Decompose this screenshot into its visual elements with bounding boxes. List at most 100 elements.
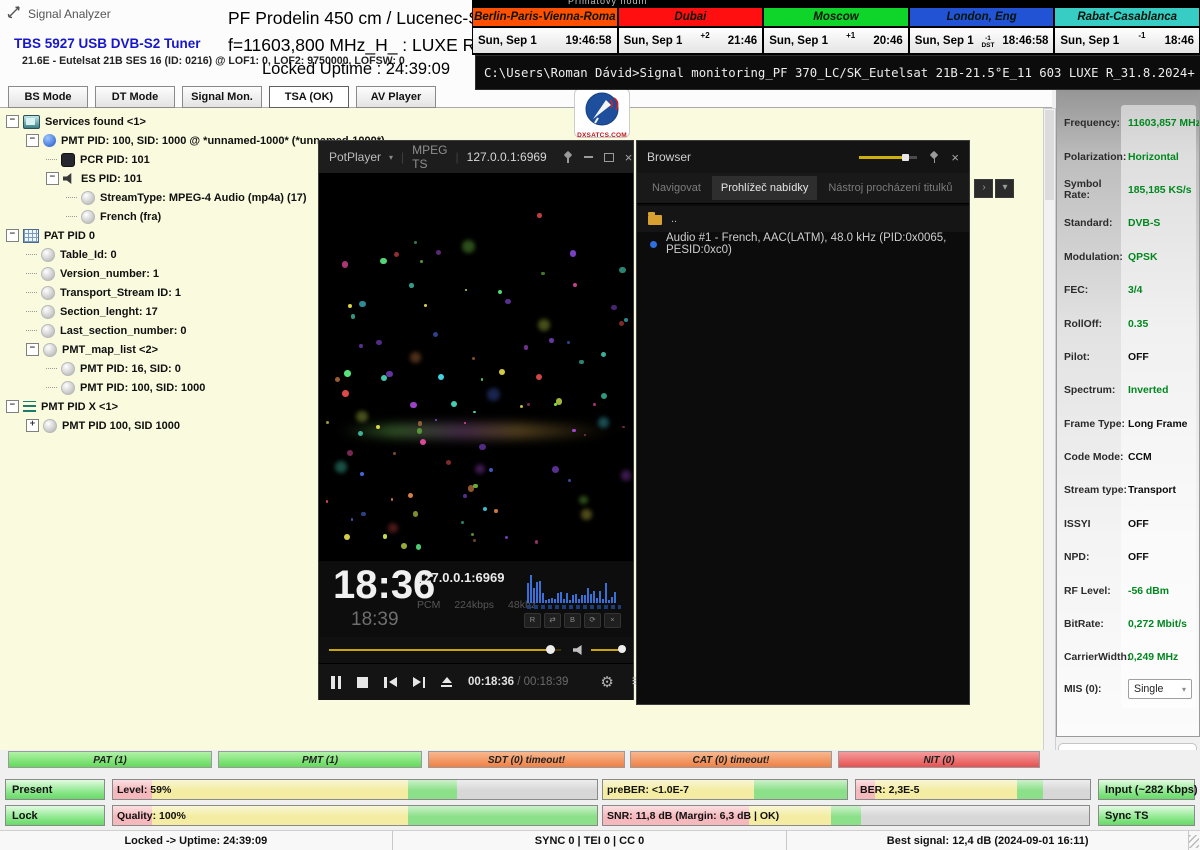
tree-expander[interactable]: − [6, 115, 19, 128]
tree-connector [66, 197, 77, 198]
volume-handle[interactable] [618, 645, 626, 653]
settings-gear-icon[interactable]: ⚙ [600, 673, 613, 691]
mini-button-4[interactable]: ⟳ [584, 613, 601, 628]
clock-date: Sun, Sep 1 [1060, 35, 1119, 47]
tree-expander[interactable]: − [46, 172, 59, 185]
segment-pat: PAT (1) [8, 751, 212, 768]
browser-tab-1[interactable]: Navigovat [643, 176, 710, 200]
browser-mini-slider[interactable] [859, 156, 917, 159]
tree-item-label: Section_lenght: 17 [60, 306, 158, 318]
folder-up-row[interactable]: .. [637, 206, 969, 232]
potplayer-app-name[interactable]: PotPlayer [329, 150, 381, 164]
clock-time-row: Sun, Sep 1+120:46 [764, 26, 908, 53]
browser-tab-4[interactable]: Online [963, 176, 972, 200]
viz-dot [326, 421, 329, 424]
audio-track-item[interactable]: Audio #1 - French, AAC(LATM), 48.0 kHz (… [637, 232, 969, 256]
clock-date: Sun, Sep 1 [769, 35, 828, 47]
viz-dot [358, 431, 363, 436]
viz-dot [622, 426, 624, 428]
transponder-label: CarrierWidth: [1057, 652, 1128, 663]
volume-icon[interactable] [573, 645, 584, 655]
chevron-down-icon[interactable]: ▾ [389, 153, 393, 162]
bullet-sphere-icon [41, 248, 55, 262]
viz-dot [619, 321, 624, 326]
tree-expander[interactable]: − [6, 229, 19, 242]
clock-offset: -1 [1138, 31, 1145, 40]
tab-signal-mon-[interactable]: Signal Mon. [182, 86, 262, 108]
clock-cell: London, EngSun, Sep 1-1DST18:46:58 [910, 8, 1054, 53]
transponder-value: 0,249 MHz [1128, 652, 1178, 663]
ber-label: BER: 2,3E-5 [860, 784, 920, 796]
mode-tabs: BS Mode DT Mode Signal Mon. TSA (OK) AV Play… [8, 86, 436, 108]
mini-button-3[interactable]: B [564, 613, 581, 628]
potplayer-titlebar[interactable]: PotPlayer ▾ | MPEG TS | 127.0.0.1:6969 × [319, 141, 633, 173]
tree-expander[interactable]: + [26, 419, 39, 432]
tree-item-label: Table_Id: 0 [60, 249, 117, 261]
minimize-icon[interactable] [584, 156, 593, 158]
viz-dot [433, 332, 438, 337]
tab-av-player[interactable]: AV Player [356, 86, 436, 108]
seek-row [319, 637, 633, 663]
tree-scrollbar[interactable] [1043, 108, 1056, 751]
open-eject-button[interactable] [441, 677, 452, 687]
browser-titlebar[interactable]: Browser × [637, 141, 969, 173]
viz-dot [413, 511, 419, 517]
tab-bs-mode[interactable]: BS Mode [8, 86, 88, 108]
close-icon[interactable]: × [625, 151, 633, 164]
transponder-row: Code Mode:CCM [1057, 441, 1199, 474]
transponder-value: 11603,857 MHz [1128, 118, 1200, 129]
close-icon[interactable]: × [951, 151, 959, 164]
bullet-sphere-icon [41, 286, 55, 300]
clock-time: 18:46:58 [1002, 35, 1048, 47]
pause-button[interactable] [331, 676, 341, 689]
potplayer-window: PotPlayer ▾ | MPEG TS | 127.0.0.1:6969 ×… [318, 140, 634, 700]
viz-dot [408, 493, 413, 498]
transponder-label: Frame Type: [1057, 419, 1128, 430]
tab-tsa-ok-[interactable]: TSA (OK) [269, 86, 349, 108]
stop-button[interactable] [357, 677, 368, 688]
transponder-value: 0,272 Mbit/s [1128, 619, 1187, 630]
tab-dt-mode[interactable]: DT Mode [95, 86, 175, 108]
browser-dropdown-button[interactable]: ▾ [995, 179, 1014, 198]
tree-item[interactable]: −Services found <1> [6, 112, 385, 131]
mini-button-5[interactable]: × [604, 613, 621, 628]
viz-dot [505, 536, 508, 539]
viz-dot [463, 494, 467, 498]
resize-grip[interactable] [1189, 835, 1199, 848]
audio-visualization-area[interactable] [319, 173, 633, 561]
pin-icon[interactable] [929, 152, 939, 163]
browser-tab-3[interactable]: Nástroj procházení titulků [819, 176, 961, 200]
viz-dot [468, 485, 475, 492]
pin-icon[interactable] [563, 152, 573, 163]
next-button[interactable] [413, 677, 426, 688]
playback-controls: 00:18:36 / 00:18:39 ⚙ ≡ [319, 663, 633, 700]
viz-dot [549, 338, 554, 343]
mini-button-1[interactable]: R [524, 613, 541, 628]
clock-date: Sun, Sep 1 [915, 35, 974, 47]
viz-dot [376, 340, 382, 346]
browser-next-button[interactable]: › [974, 179, 993, 198]
tree-expander[interactable]: − [26, 343, 39, 356]
tree-expander[interactable]: − [6, 400, 19, 413]
clock-time: 19:46:58 [566, 35, 612, 47]
seek-handle[interactable] [546, 645, 555, 654]
tv-icon [23, 115, 40, 129]
mini-button-2[interactable]: ⇄ [544, 613, 561, 628]
segment-cat: CAT (0) timeout! [630, 751, 832, 768]
command-prompt-window[interactable]: C:\Users\Roman Dávid>Signal monitoring_P… [475, 55, 1200, 90]
viz-dot [541, 272, 544, 275]
viz-dot [554, 403, 557, 406]
previous-button[interactable] [384, 677, 397, 688]
browser-tab-2[interactable]: Prohlížeč nabídky [712, 176, 817, 200]
bullet-sphere-icon [41, 305, 55, 319]
viz-dot [351, 518, 354, 521]
maximize-icon[interactable] [604, 153, 614, 162]
scrollbar-thumb[interactable] [1045, 110, 1054, 200]
viz-dot [388, 523, 398, 533]
seek-slider[interactable] [329, 649, 561, 651]
viz-dot [380, 258, 387, 265]
tree-expander[interactable]: − [26, 134, 39, 147]
viz-dot [475, 464, 485, 474]
transponder-row: Frequency:11603,857 MHz [1057, 107, 1199, 140]
mis-dropdown[interactable]: Single ▾ [1128, 679, 1192, 699]
